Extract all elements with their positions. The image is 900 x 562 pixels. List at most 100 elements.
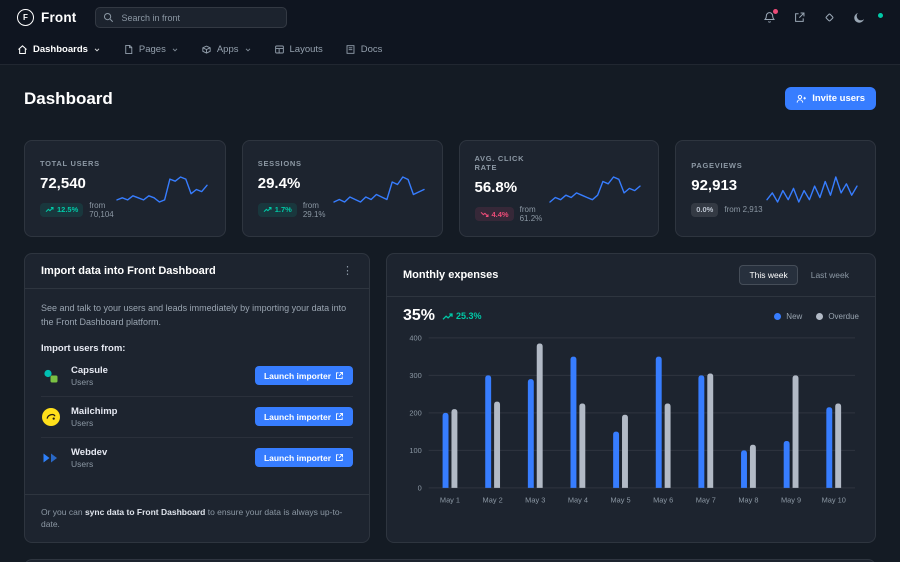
import-card-footer: Or you can sync data to Front Dashboard …: [25, 494, 369, 543]
stat-card-avg-click-rate[interactable]: Avg. click rate 56.8% 4.4% from 61.2%: [459, 140, 660, 237]
page-header: Dashboard Invite users: [24, 87, 876, 110]
import-card-title: Import data into Front Dashboard: [41, 265, 216, 277]
stat-value: 72,540: [40, 175, 114, 192]
brand-logo[interactable]: F Front: [17, 9, 77, 26]
import-data-card: Import data into Front Dashboard ⋮ See a…: [24, 253, 370, 543]
dark-mode-button[interactable]: [853, 11, 866, 24]
delta-value: 25.3%: [456, 311, 482, 321]
stat-meta: 0.0% from 2,913: [691, 203, 762, 217]
online-status-dot: [877, 12, 884, 19]
stat-value: 92,913: [691, 177, 762, 194]
stat-card-body: Sessions 29.4% 1.7% from 29.1%: [258, 159, 331, 219]
nav-dashboards[interactable]: Dashboards: [17, 44, 101, 55]
svg-text:May 7: May 7: [696, 496, 716, 505]
external-link-icon: [335, 412, 344, 421]
moon-icon: [853, 11, 866, 24]
legend-label: New: [786, 312, 802, 321]
import-card-header: Import data into Front Dashboard ⋮: [25, 254, 369, 289]
topbar: F Front: [0, 0, 900, 35]
stat-meta: 1.7% from 29.1%: [258, 201, 331, 219]
stat-value: 29.4%: [258, 175, 331, 192]
more-options-button[interactable]: ⋮: [342, 266, 353, 277]
nav-label: Pages: [139, 44, 166, 55]
layout-icon: [274, 44, 285, 55]
launch-importer-button[interactable]: Launch importer: [255, 366, 353, 385]
brand-name: Front: [41, 10, 77, 25]
search-input[interactable]: [95, 7, 287, 28]
import-item-text: Webdev Users: [71, 447, 107, 469]
house-icon: [17, 44, 28, 55]
last-week-button[interactable]: Last week: [801, 265, 859, 285]
trend-badge: 1.7%: [258, 203, 297, 217]
page-icon: [123, 44, 134, 55]
stat-label: Avg. click rate: [475, 154, 548, 172]
search-icon: [103, 12, 114, 23]
expenses-delta: 25.3%: [442, 311, 482, 321]
stat-card-sessions[interactable]: Sessions 29.4% 1.7% from 29.1%: [242, 140, 443, 237]
nav-layouts[interactable]: Layouts: [274, 44, 323, 55]
import-item-name: Webdev: [71, 447, 107, 458]
share-button[interactable]: [793, 11, 806, 24]
this-week-button[interactable]: This week: [739, 265, 797, 285]
svg-text:100: 100: [409, 446, 421, 455]
from-text: from 2,913: [724, 205, 762, 214]
expenses-card-header: Monthly expenses This week Last week: [387, 254, 875, 297]
sparkline-chart: [114, 169, 210, 209]
svg-text:May 10: May 10: [822, 496, 846, 505]
import-card-body: See and talk to your users and leads imm…: [25, 289, 369, 482]
import-item-name: Mailchimp: [71, 406, 117, 417]
invite-users-button[interactable]: Invite users: [785, 87, 876, 110]
stat-label: Total users: [40, 159, 114, 168]
svg-text:200: 200: [409, 408, 421, 417]
expenses-percent: 35% 25.3%: [403, 307, 482, 325]
launch-importer-button[interactable]: Launch importer: [255, 407, 353, 426]
import-item-sub: Users: [71, 377, 108, 387]
legend-label: Overdue: [828, 312, 859, 321]
svg-text:0: 0: [418, 483, 422, 492]
svg-text:May 9: May 9: [781, 496, 801, 505]
import-item-text: Capsule Users: [71, 365, 108, 387]
stat-card-pageviews[interactable]: Pageviews 92,913 0.0% from 2,913: [675, 140, 876, 237]
box-arrow-icon: [793, 11, 806, 24]
stat-card-total-users[interactable]: Total users 72,540 12.5% from 70,104: [24, 140, 226, 237]
svg-text:May 5: May 5: [610, 496, 630, 505]
sync-data-link[interactable]: sync data to Front Dashboard: [85, 507, 205, 517]
stats-row: Total users 72,540 12.5% from 70,104 Ses…: [24, 140, 876, 237]
sparkline-chart: [331, 169, 427, 209]
legend-dot-overdue: [816, 313, 823, 320]
import-item-name: Capsule: [71, 365, 108, 376]
webdev-logo-icon: [41, 448, 61, 468]
nav-label: Docs: [361, 44, 383, 55]
front-logo-icon: F: [17, 9, 34, 26]
launch-importer-label: Launch importer: [264, 453, 331, 463]
notifications-button[interactable]: [763, 11, 776, 24]
nav-docs[interactable]: Docs: [345, 44, 383, 55]
launch-importer-button[interactable]: Launch importer: [255, 448, 353, 467]
svg-text:May 1: May 1: [440, 496, 460, 505]
stat-card-body: Avg. click rate 56.8% 4.4% from 61.2%: [475, 154, 548, 223]
import-item-sub: Users: [71, 418, 117, 428]
nav-label: Apps: [217, 44, 239, 55]
chevron-down-icon: [93, 46, 101, 54]
page-title: Dashboard: [24, 89, 113, 109]
legend-item-overdue[interactable]: Overdue: [816, 312, 859, 321]
launch-importer-label: Launch importer: [264, 371, 331, 381]
stat-meta: 4.4% from 61.2%: [475, 205, 548, 223]
monthly-expenses-bar-chart: 0100200300400May 1May 2May 3May 4May 5Ma…: [403, 330, 859, 520]
nav-pages[interactable]: Pages: [123, 44, 179, 55]
invite-users-label: Invite users: [812, 93, 865, 104]
stat-label: Sessions: [258, 159, 331, 168]
import-item-text: Mailchimp Users: [71, 406, 117, 428]
nav-apps[interactable]: Apps: [201, 44, 252, 55]
nav-label: Dashboards: [33, 44, 88, 55]
legend-item-new[interactable]: New: [774, 312, 802, 321]
trend-up-icon: [442, 312, 453, 321]
apps-launcher-button[interactable]: [823, 11, 836, 24]
svg-text:May 6: May 6: [653, 496, 673, 505]
list-item-mailchimp: Mailchimp Users Launch importer: [41, 397, 353, 438]
import-item-sub: Users: [71, 459, 107, 469]
svg-text:May 3: May 3: [525, 496, 545, 505]
expenses-card-title: Monthly expenses: [403, 269, 498, 281]
expenses-summary-row: 35% 25.3% New Overdue: [403, 307, 859, 325]
stat-value: 56.8%: [475, 179, 548, 196]
